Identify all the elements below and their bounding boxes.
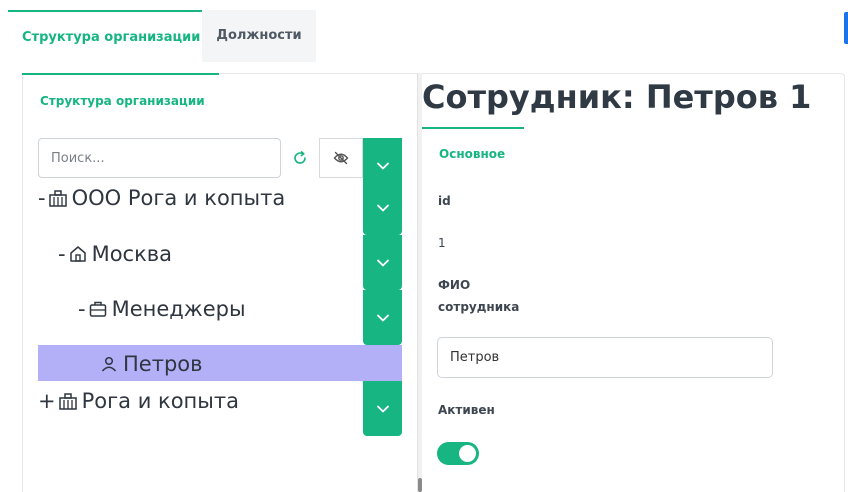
user-icon <box>98 353 120 375</box>
left-panel-title: Структура организации <box>40 94 205 108</box>
chevron-down-icon <box>376 259 389 266</box>
expand-button[interactable] <box>363 235 402 290</box>
active-toggle[interactable] <box>437 442 479 465</box>
id-value: 1 <box>438 236 446 250</box>
scrollbar-thumb[interactable] <box>418 478 422 492</box>
building-icon <box>57 390 79 412</box>
tree-node[interactable]: + Рога и копыта <box>38 383 239 419</box>
tree-node-label: ООО Рога и копыта <box>71 186 286 210</box>
tree-node-label: Петров <box>123 352 203 376</box>
search-input[interactable] <box>39 139 280 177</box>
refresh-button[interactable] <box>287 144 313 172</box>
toggle-knob <box>459 445 476 462</box>
tree-node-selected[interactable]: Петров <box>98 346 203 382</box>
chevron-down-icon <box>376 204 389 211</box>
employee-title: Сотрудник: Петров 1 <box>422 78 812 116</box>
expand-button[interactable] <box>363 180 402 235</box>
tree-node-label: Москва <box>91 242 173 266</box>
fio-label: ФИО сотрудника <box>438 274 519 318</box>
expand-button[interactable] <box>363 381 402 436</box>
left-panel-accent <box>22 73 219 75</box>
edge-button[interactable] <box>844 12 848 44</box>
refresh-icon <box>294 151 306 164</box>
fio-label-line: сотрудника <box>438 300 520 314</box>
chevron-down-icon <box>376 162 389 169</box>
fio-label-line: ФИО <box>438 278 471 292</box>
active-label: Активен <box>438 403 495 417</box>
search-field[interactable] <box>38 138 281 178</box>
building-icon <box>47 187 69 209</box>
eye-off-icon <box>333 151 349 165</box>
fio-field[interactable] <box>437 337 773 378</box>
tree-collapse-toggle[interactable]: - <box>78 297 86 321</box>
expand-button[interactable] <box>363 290 402 345</box>
tree-node-label: Рога и копыта <box>81 389 239 413</box>
tree-expand-toggle[interactable]: + <box>38 389 56 413</box>
section-tab-underline <box>422 127 524 129</box>
tree-node[interactable]: - ООО Рога и копыта <box>38 180 285 216</box>
visibility-toggle-button[interactable] <box>319 138 363 178</box>
tree-node[interactable]: - Менеджеры <box>78 291 246 327</box>
id-label: id <box>438 194 451 208</box>
main-card <box>22 73 845 492</box>
chevron-down-icon <box>376 405 389 412</box>
panel-splitter[interactable] <box>417 73 422 492</box>
tab-main-section[interactable]: Основное <box>439 147 505 161</box>
fio-input[interactable] <box>438 338 772 377</box>
briefcase-icon <box>87 298 109 320</box>
tree-node-label: Менеджеры <box>111 297 246 321</box>
selected-row-highlight <box>38 345 402 381</box>
home-icon <box>67 243 89 265</box>
chevron-down-icon <box>376 314 389 321</box>
tree-node[interactable]: - Москва <box>58 236 172 272</box>
tab-positions[interactable]: Должности <box>202 10 316 62</box>
tree-collapse-toggle[interactable]: - <box>38 186 46 210</box>
tab-org-structure[interactable]: Структура организации <box>8 10 202 62</box>
tree-collapse-toggle[interactable]: - <box>58 242 66 266</box>
